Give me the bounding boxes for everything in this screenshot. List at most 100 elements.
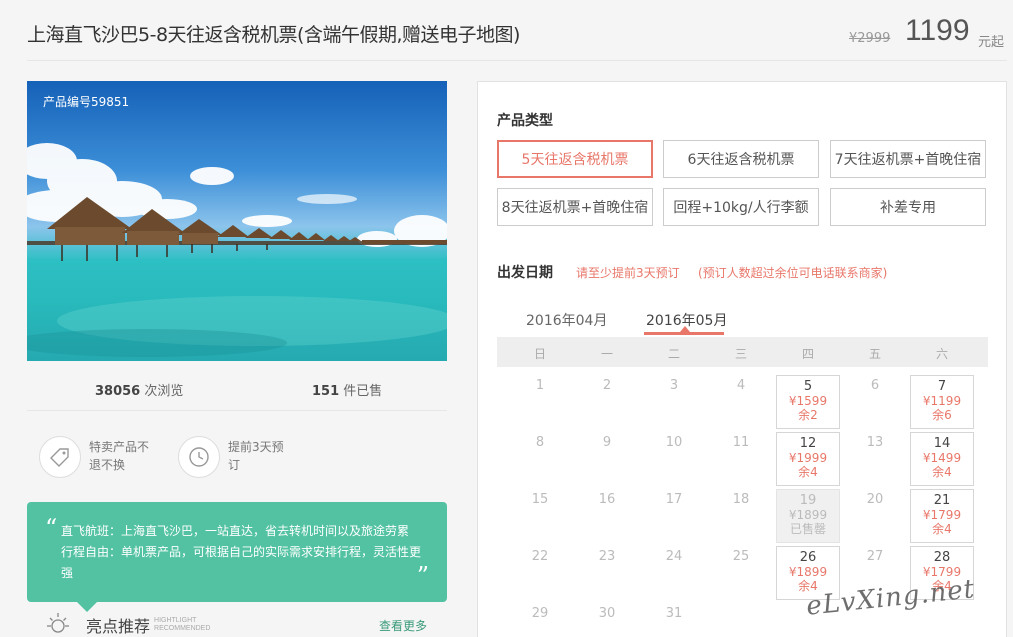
calendar-day: 6 xyxy=(843,375,907,429)
feature-advance-booking: 提前3天预订 xyxy=(178,436,288,478)
weekday-label: 二 xyxy=(667,347,680,361)
calendar-day-available[interactable]: 14 ¥1499 余4 xyxy=(910,432,974,486)
weekday-label: 三 xyxy=(734,347,747,361)
type-option-6day[interactable]: 6天往返含税机票 xyxy=(663,140,819,178)
month-tab-april[interactable]: 2016年04月 xyxy=(526,310,607,330)
calendar-day: 20 xyxy=(843,489,907,543)
type-option-luggage[interactable]: 回程+10kg/人行李额 xyxy=(663,188,819,226)
day-number: 7 xyxy=(937,379,947,394)
day-number: 17 xyxy=(665,492,683,507)
departure-date-title: 出发日期 xyxy=(497,265,553,281)
product-title: 上海直飞沙巴5-8天往返含税机票(含端午假期,赠送电子地图) xyxy=(27,24,520,46)
day-number: 19 xyxy=(799,493,817,508)
type-option-8day[interactable]: 8天往返机票+首晚住宿 xyxy=(497,188,653,226)
calendar-day: 29 xyxy=(508,603,572,637)
type-option-supplement[interactable]: 补差专用 xyxy=(830,188,986,226)
weekday-label: 四 xyxy=(801,347,814,361)
resort-scene-image xyxy=(27,143,447,361)
booking-panel: 产品类型 5天往返含税机票 6天往返含税机票 7天往返机票+首晚住宿 8天往返机… xyxy=(477,81,1007,637)
day-number: 10 xyxy=(665,435,683,450)
type-option-7day[interactable]: 7天往返机票+首晚住宿 xyxy=(830,140,986,178)
weekday-label: 五 xyxy=(868,347,881,361)
day-number: 12 xyxy=(799,436,817,451)
day-number: 30 xyxy=(598,606,616,621)
original-price: ¥2999 xyxy=(849,31,891,46)
calendar-day: 23 xyxy=(575,546,639,600)
day-number: 4 xyxy=(736,378,746,393)
day-price: ¥1799 xyxy=(922,508,962,522)
day-number: 28 xyxy=(933,550,951,565)
calendar-day: 31 xyxy=(642,603,706,637)
calendar-day: 18 xyxy=(709,489,773,543)
day-number: 26 xyxy=(799,550,817,565)
highlight-header: 亮点推荐 HIGHTLIGHT RECOMMENDED xyxy=(44,611,210,637)
clock-icon xyxy=(178,436,220,478)
weekday-label: 日 xyxy=(533,347,546,361)
highlight-subtitle: HIGHTLIGHT RECOMMENDED xyxy=(154,617,210,633)
calendar-day: 15 xyxy=(508,489,572,543)
weekday-label: 一 xyxy=(600,347,613,361)
day-number: 14 xyxy=(933,436,951,451)
day-number: 24 xyxy=(665,549,683,564)
day-remaining: 余4 xyxy=(798,465,818,479)
highlight-en-2: RECOMMENDED xyxy=(154,625,211,632)
day-price: ¥1199 xyxy=(922,394,962,408)
day-number: 20 xyxy=(866,492,884,507)
advance-note: 请至少提前3天预订 xyxy=(576,266,680,280)
day-number: 2 xyxy=(602,378,612,393)
current-price: 1199 xyxy=(905,14,970,47)
day-price: ¥1499 xyxy=(922,451,962,465)
day-number: 21 xyxy=(933,493,951,508)
day-number: 29 xyxy=(531,606,549,621)
sold-label: 件已售 xyxy=(343,384,383,399)
header-divider xyxy=(27,60,1007,61)
sold-stat: 151 件已售 xyxy=(312,380,382,399)
tag-icon xyxy=(39,436,81,478)
feature-text: 特卖产品不退不换 xyxy=(89,440,150,472)
calendar-day-soldout: 19 ¥1899 已售罄 xyxy=(776,489,840,543)
type-option-5day[interactable]: 5天往返含税机票 xyxy=(497,140,653,178)
highlight-title: 亮点推荐 xyxy=(86,617,151,636)
open-quote-icon: “ xyxy=(45,514,58,542)
day-number: 8 xyxy=(535,435,545,450)
day-remaining: 余2 xyxy=(798,408,818,422)
day-number: 13 xyxy=(866,435,884,450)
promo-line-1: 直飞航班：上海直飞沙巴，一站直达，省去转机时间以及旅途劳累 xyxy=(61,524,410,538)
feature-text: 提前3天预订 xyxy=(228,440,284,472)
day-remaining: 余4 xyxy=(932,465,952,479)
calendar-day: 3 xyxy=(642,375,706,429)
day-price: ¥1899 xyxy=(788,565,828,579)
weekday-label: 六 xyxy=(935,347,948,361)
month-indicator xyxy=(644,332,724,335)
day-number: 27 xyxy=(866,549,884,564)
close-quote-icon: ” xyxy=(416,562,429,590)
day-number: 11 xyxy=(732,435,750,450)
day-number: 23 xyxy=(598,549,616,564)
calendar-day-available[interactable]: 7 ¥1199 余6 xyxy=(910,375,974,429)
calendar-day: 25 xyxy=(709,546,773,600)
calendar-day: 2 xyxy=(575,375,639,429)
view-more-link[interactable]: 查看更多 xyxy=(379,617,427,634)
calendar-day-available[interactable]: 21 ¥1799 余4 xyxy=(910,489,974,543)
day-number: 9 xyxy=(602,435,612,450)
day-remaining: 余4 xyxy=(932,522,952,536)
calendar-day: 24 xyxy=(642,546,706,600)
calendar-day: 11 xyxy=(709,432,773,486)
day-remaining: 余6 xyxy=(932,408,952,422)
calendar-day: 10 xyxy=(642,432,706,486)
calendar-day-available[interactable]: 5 ¥1599 余2 xyxy=(776,375,840,429)
product-photo[interactable]: 产品编号59851 xyxy=(27,81,447,361)
calendar-day: 13 xyxy=(843,432,907,486)
day-remaining: 已售罄 xyxy=(789,522,826,536)
views-label: 次浏览 xyxy=(144,384,184,399)
day-number: 1 xyxy=(535,378,545,393)
views-stat: 38056 次浏览 xyxy=(95,380,183,399)
calendar-day: 17 xyxy=(642,489,706,543)
day-price: ¥1999 xyxy=(788,451,828,465)
day-price: ¥1899 xyxy=(788,508,828,522)
calendar-day-available[interactable]: 12 ¥1999 余4 xyxy=(776,432,840,486)
stats-divider xyxy=(27,410,447,411)
promo-box: “ 直飞航班：上海直飞沙巴，一站直达，省去转机时间以及旅途劳累 行程自由：单机票… xyxy=(27,502,447,612)
calendar-day: 16 xyxy=(575,489,639,543)
day-number: 15 xyxy=(531,492,549,507)
